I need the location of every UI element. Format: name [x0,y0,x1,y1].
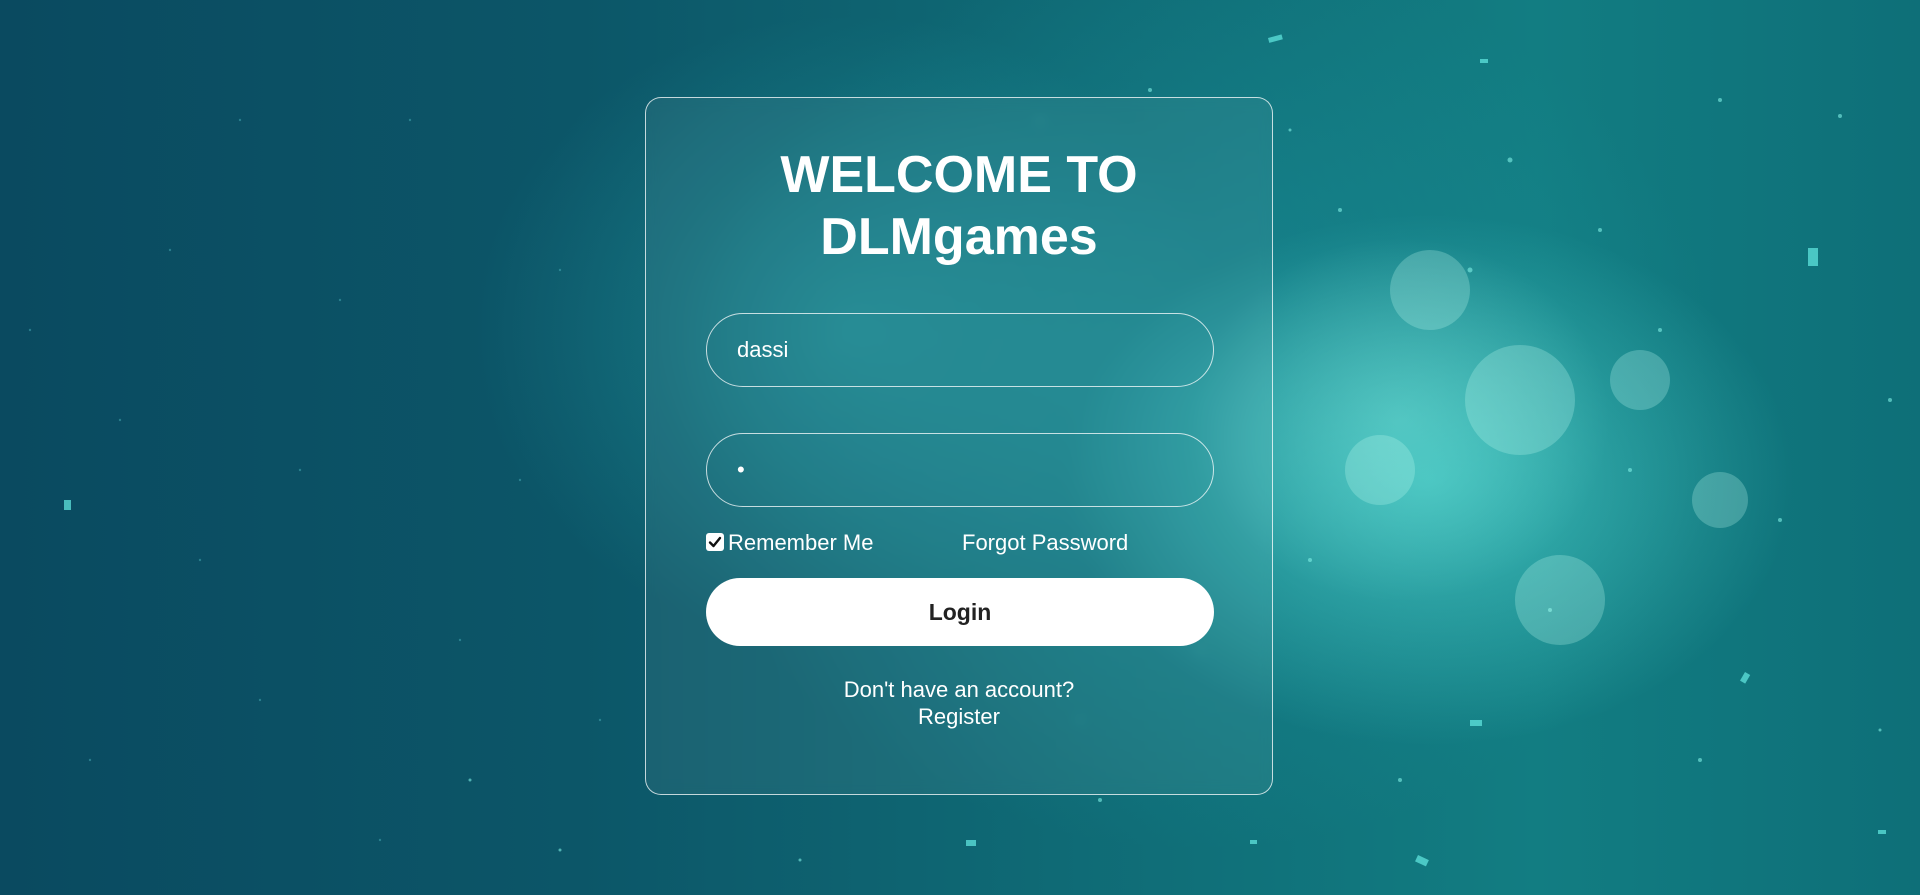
remember-me-checkbox[interactable] [706,533,724,551]
remember-me-label: Remember Me [728,530,874,555]
register-link[interactable]: Register [646,703,1272,730]
title-line-1: WELCOME TO [780,146,1138,204]
password-input[interactable] [706,433,1214,507]
forgot-password-link[interactable]: Forgot Password [962,530,1128,556]
title-line-2: DLMgames [820,208,1098,266]
login-card: WELCOME TO DLMgames Remember Me Forgot P… [645,97,1273,795]
remember-me[interactable]: Remember Me [706,530,873,556]
check-icon [708,536,722,548]
page-title: WELCOME TO DLMgames [646,144,1272,268]
no-account-text: Don't have an account? [843,677,1075,702]
register-block: Don't have an account? Register [646,676,1272,730]
options-row: Remember Me Forgot Password [706,530,1214,560]
login-button[interactable]: Login [706,578,1214,646]
username-input[interactable] [706,313,1214,387]
